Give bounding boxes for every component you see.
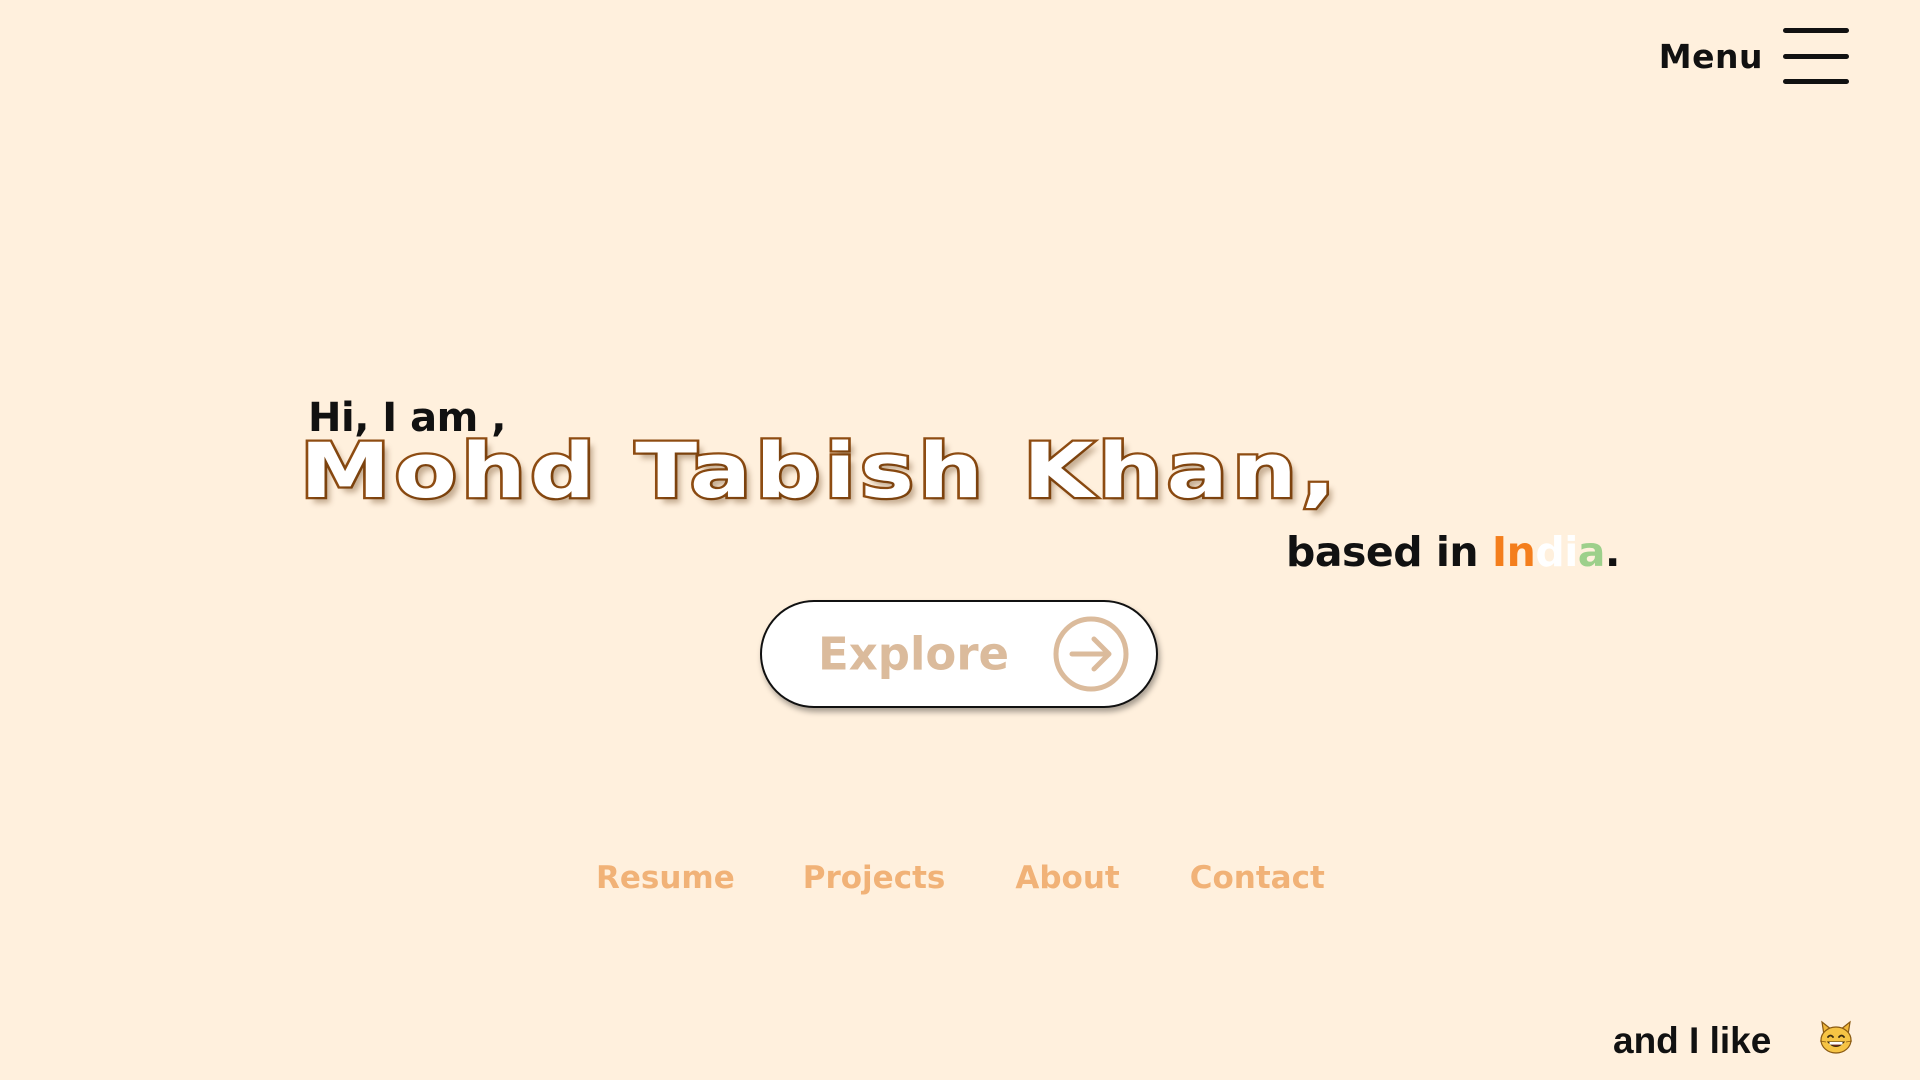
hamburger-line-bottom: [1783, 79, 1849, 84]
explore-button[interactable]: Explore: [760, 600, 1158, 708]
location-prefix: based in: [1286, 528, 1492, 576]
hero-name: Mohd Tabish Khan,: [297, 426, 1340, 515]
hero-location: based in India.: [1286, 528, 1621, 576]
nav-link-projects[interactable]: Projects: [803, 860, 946, 896]
nav-link-contact[interactable]: Contact: [1190, 860, 1325, 896]
hamburger-icon[interactable]: [1783, 28, 1849, 84]
hamburger-line-middle: [1783, 53, 1849, 59]
bottom-nav: Resume Projects About Contact: [596, 860, 1325, 896]
nav-link-about[interactable]: About: [1015, 860, 1119, 896]
menu-label: Menu: [1658, 36, 1763, 76]
country-letter-white-d: d: [1535, 528, 1565, 576]
country-letters-saffron: In: [1491, 528, 1536, 576]
hamburger-line-top: [1783, 28, 1849, 33]
likes-text: and I like: [1613, 1020, 1772, 1061]
location-period: .: [1604, 528, 1621, 576]
grinning-cat-emoji-icon: [1820, 1020, 1853, 1054]
hero-section: Hi, I am , Mohd Tabish Khan, based in In…: [297, 390, 1621, 590]
country-name: India: [1491, 528, 1606, 576]
explore-label: Explore: [818, 627, 1010, 681]
arrow-right-circle-icon: [1053, 616, 1129, 692]
menu-toggle[interactable]: Menu: [1659, 28, 1849, 84]
nav-link-resume[interactable]: Resume: [596, 860, 735, 896]
country-letter-white-i: i: [1564, 528, 1578, 576]
likes-caption: and I like: [1613, 1020, 1855, 1062]
country-letter-green: a: [1577, 528, 1606, 576]
